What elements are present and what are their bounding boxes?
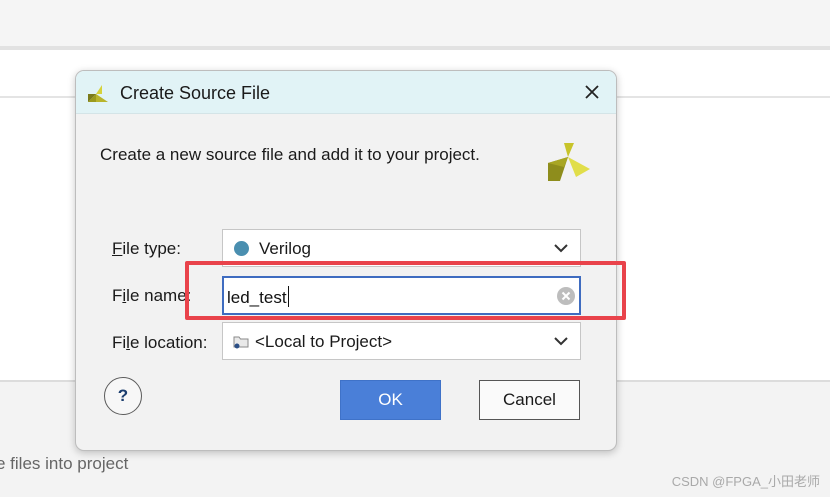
dialog-title: Create Source File [120, 83, 271, 103]
close-icon [585, 85, 599, 99]
dialog-title-bar: Create Source File [76, 71, 616, 114]
background-hint-text: e files into project [0, 454, 129, 473]
file-location-value: <Local to Project> [255, 332, 393, 351]
dialog-intro-text: Create a new source file and add it to y… [100, 145, 480, 164]
file-location-select[interactable]: <Local to Project> [222, 322, 581, 360]
text-caret [287, 286, 290, 307]
file-type-label-rest: ile type: [122, 239, 181, 258]
vivado-logo-icon [548, 143, 590, 181]
cancel-button[interactable]: Cancel [479, 380, 580, 420]
file-type-label-mnemonic: F [112, 239, 123, 258]
file-name-label-rest: le name: [126, 286, 192, 305]
chevron-down-icon [554, 244, 568, 253]
file-name-label: File name: [112, 286, 191, 306]
clear-icon[interactable] [556, 286, 576, 306]
folder-icon [233, 336, 249, 349]
file-type-label: File type: [112, 239, 181, 259]
file-location-label-prefix: Fi [112, 333, 127, 352]
verilog-dot-icon [234, 241, 249, 256]
file-name-label-prefix: F [112, 286, 123, 305]
help-button[interactable]: ? [104, 377, 142, 415]
chevron-down-icon [554, 337, 568, 346]
file-location-label-rest: e location: [129, 333, 208, 352]
create-source-file-dialog: Create Source File Create a new source f… [75, 70, 617, 451]
file-type-value: Verilog [259, 239, 311, 258]
watermark: CSDN @FPGA_小田老师 [671, 474, 820, 489]
file-name-value: led_test [227, 286, 290, 308]
ok-button[interactable]: OK [340, 380, 441, 420]
file-name-text: led_test [227, 288, 287, 307]
file-location-label: File location: [112, 333, 207, 353]
background-toolbar [0, 0, 830, 46]
close-button[interactable] [576, 77, 608, 107]
vivado-logo-icon [88, 85, 108, 102]
file-name-input[interactable]: led_test [222, 276, 581, 315]
file-type-select[interactable]: Verilog [222, 229, 581, 267]
